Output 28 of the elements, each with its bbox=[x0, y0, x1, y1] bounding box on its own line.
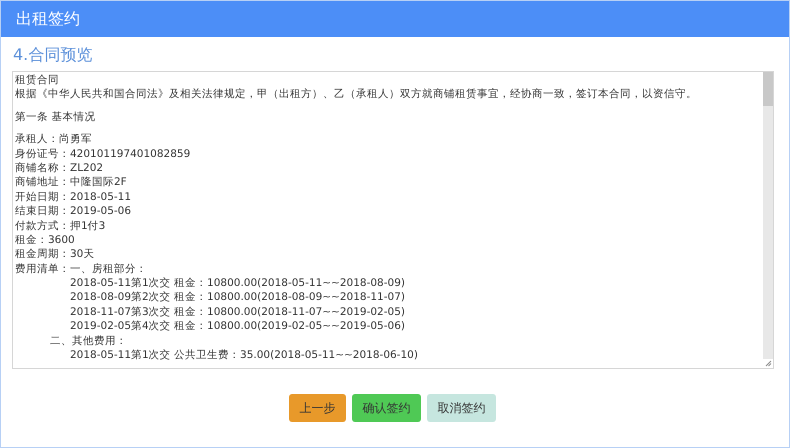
contract-field: 身份证号：420101197401082859 bbox=[15, 146, 753, 161]
fee-item: 2018-08-09第2次交 租金：10800.00(2018-08-09~~2018-11-07) bbox=[69, 290, 406, 305]
fee-item: 2018-05-11第1次交 公共卫生费：35.00(2018-05-11~~2018-06-10) bbox=[69, 348, 419, 362]
contract-field: 开始日期：2018-05-11 bbox=[15, 190, 753, 204]
scrollbar[interactable] bbox=[763, 72, 773, 359]
back-button[interactable]: 上一步 bbox=[289, 394, 346, 422]
confirm-button[interactable]: 确认签约 bbox=[352, 394, 421, 422]
window-title: 出租签约 bbox=[16, 8, 80, 30]
fee-item: 2018-05-11第1次交 租金：10800.00(2018-05-11~~2018-08-09) bbox=[69, 276, 406, 290]
contract-field: 商铺地址：中隆国际2F bbox=[15, 175, 753, 190]
resize-grip-icon[interactable] bbox=[765, 360, 772, 367]
preamble-text: 根据《中华人民共和国合同法》及相关法律规定，甲（出租方）、乙（承租人）双方就商铺租赁事宜，经协商一致，签订本合同，以资信守。 bbox=[15, 87, 698, 102]
fee-item: 2019-02-05第4次交 租金：10800.00(2019-02-05~~2019-05-06) bbox=[69, 319, 406, 334]
contract-text-area[interactable] bbox=[12, 71, 774, 369]
fee-list-heading: 费用清单：一、房租部分： bbox=[15, 262, 148, 276]
contract-field: 结束日期：2019-05-06 bbox=[15, 204, 753, 219]
contract-field: 付款方式：押1付3 bbox=[15, 218, 753, 233]
contract-field: 租金周期：30天 bbox=[15, 247, 753, 262]
fee-item: 2018-11-07第3次交 租金：10800.00(2018-11-07~~2019-02-05) bbox=[69, 304, 406, 320]
article-heading: 第一条 基本情况 bbox=[15, 110, 96, 124]
fee-section-heading: 二、其他费用： bbox=[49, 334, 128, 348]
section-title: 4.合同预览 bbox=[13, 45, 94, 66]
scroll-thumb[interactable] bbox=[763, 72, 773, 106]
contract-field: 商铺名称：ZL202 bbox=[15, 160, 753, 176]
contract-field: 承租人：尚勇军 bbox=[15, 132, 753, 147]
contract-field: 租金：3600 bbox=[15, 232, 753, 248]
contract-title: 租赁合同 bbox=[15, 73, 60, 88]
cancel-button[interactable]: 取消签约 bbox=[427, 394, 496, 422]
